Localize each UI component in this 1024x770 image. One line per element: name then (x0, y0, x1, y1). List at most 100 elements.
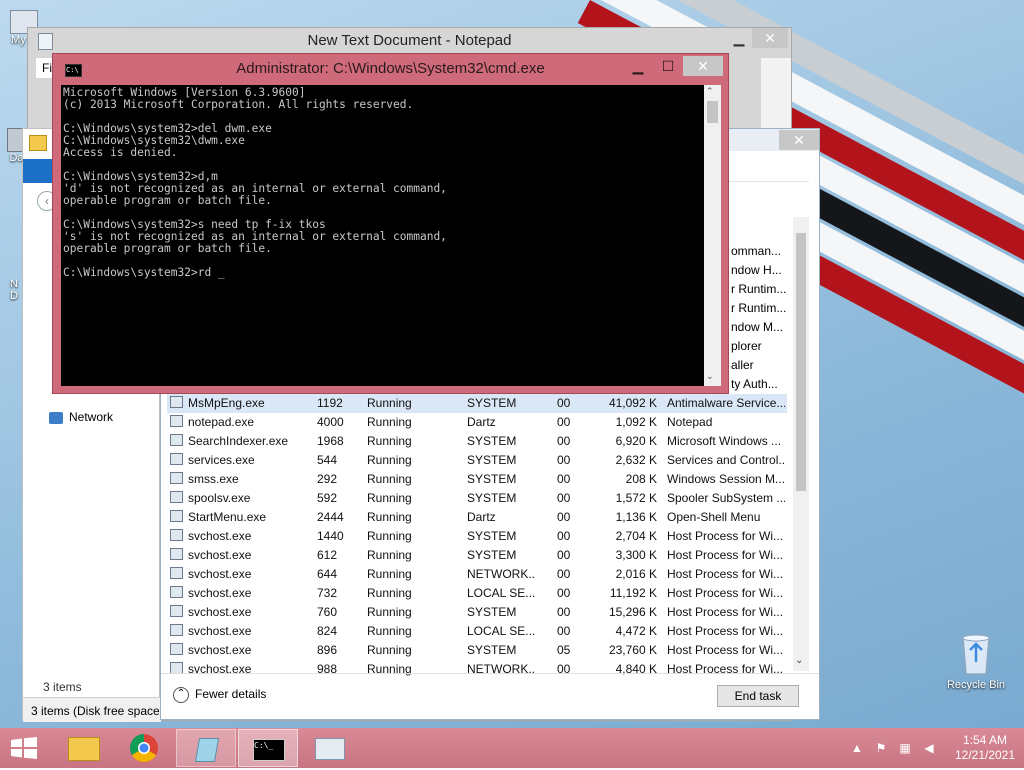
cell-status: Running (367, 472, 412, 486)
process-icon (170, 453, 183, 465)
taskbar-cmd[interactable]: C:\_ (238, 729, 298, 767)
process-icon (170, 491, 183, 503)
cell-user: SYSTEM (467, 396, 517, 410)
fewer-details-button[interactable]: ⌃ Fewer details (173, 687, 266, 703)
end-task-button[interactable]: End task (717, 685, 799, 707)
taskbar-task-manager[interactable] (300, 729, 360, 767)
taskbar-notepad[interactable] (176, 729, 236, 767)
table-row[interactable]: svchost.exe 760 Running SYSTEM 00 15,296 K Hos… (167, 603, 787, 622)
cell-desc: Spooler SubSystem ... (667, 491, 785, 505)
cell-name: svchost.exe (188, 567, 252, 581)
cell-status: Running (367, 643, 412, 657)
cell-status: Running (367, 567, 412, 581)
cell-desc: omman... (731, 244, 782, 258)
network-icon (49, 411, 63, 424)
volume-icon[interactable]: ◀ (922, 741, 936, 755)
process-icon (170, 643, 183, 655)
table-row[interactable]: spoolsv.exe 592 Running SYSTEM 00 1,572 K Spoo… (167, 489, 787, 508)
file-tab[interactable] (23, 159, 53, 183)
cmd-window[interactable]: C:\ Administrator: C:\Windows\System32\c… (52, 53, 729, 394)
desktop-icon-label: Recycle Bin (946, 679, 1006, 691)
cell-user: SYSTEM (467, 548, 517, 562)
close-button[interactable]: ✕ (779, 130, 819, 150)
cell-mem: 208 K (625, 472, 657, 486)
chevron-up-icon: ⌃ (173, 687, 189, 703)
notepad-icon (194, 738, 220, 762)
cell-cpu: 05 (557, 643, 571, 657)
console-scrollbar[interactable]: ⌃ ⌄ (704, 85, 721, 386)
clock-date: 12/21/2021 (954, 748, 1016, 762)
chevron-down-icon[interactable]: ⌄ (706, 371, 714, 382)
process-list-scrollbar[interactable]: ⌄ (793, 217, 809, 671)
minimize-button[interactable]: ▁ (623, 56, 653, 76)
taskbar-chrome[interactable] (114, 729, 174, 767)
cell-desc: Microsoft Windows ... (667, 434, 782, 448)
process-icon (170, 586, 183, 598)
table-row[interactable]: svchost.exe 1440 Running SYSTEM 00 2,704 K Hos… (167, 527, 787, 546)
maximize-button[interactable]: ☐ (653, 56, 683, 76)
scrollbar-thumb[interactable] (796, 233, 806, 491)
cell-mem: 2,632 K (615, 453, 657, 467)
table-row[interactable]: svchost.exe 732 Running LOCAL SE... 00 11,192… (167, 584, 787, 603)
console-output[interactable]: Microsoft Windows [Version 6.3.9600] (c)… (61, 85, 704, 386)
table-row[interactable]: MsMpEng.exe 1192 Running SYSTEM 00 41,092 K An… (167, 394, 787, 413)
cell-pid: 592 (317, 491, 338, 505)
minimize-button[interactable]: ▁ (724, 28, 754, 48)
cell-pid: 612 (317, 548, 338, 562)
table-row[interactable]: smss.exe 292 Running SYSTEM 00 208 K Windows S… (167, 470, 787, 489)
cell-user: LOCAL SE... (467, 624, 535, 638)
cell-status: Running (367, 510, 412, 524)
table-row[interactable]: svchost.exe 644 Running NETWORK... 00 2,016 K… (167, 565, 787, 584)
cell-mem: 2,016 K (615, 567, 657, 581)
cell-name: svchost.exe (188, 624, 252, 638)
cell-mem: 3,300 K (615, 548, 657, 562)
cell-desc: r Runtim... (731, 301, 787, 315)
table-row[interactable]: svchost.exe 988 Running NETWORK... 00 4,840 K… (167, 660, 787, 679)
cell-pid: 4000 (317, 415, 344, 429)
cell-user: SYSTEM (467, 472, 517, 486)
process-icon (170, 548, 183, 560)
table-row[interactable]: StartMenu.exe 2444 Running Dartz 00 1,136 K Op… (167, 508, 787, 527)
table-row[interactable]: notepad.exe 4000 Running Dartz 00 1,092 K Note… (167, 413, 787, 432)
cell-name: svchost.exe (188, 529, 252, 543)
cell-user: SYSTEM (467, 529, 517, 543)
process-icon (170, 434, 183, 446)
cell-cpu: 00 (557, 624, 571, 638)
cell-status: Running (367, 548, 412, 562)
table-row[interactable]: services.exe 544 Running SYSTEM 00 2,632 K Ser… (167, 451, 787, 470)
chevron-up-icon[interactable]: ⌃ (706, 86, 714, 97)
cell-desc: Host Process for Wi... (667, 548, 784, 562)
start-button[interactable] (10, 737, 38, 759)
table-row[interactable]: SearchIndexer.exe 1968 Running SYSTEM 00 6,92… (167, 432, 787, 451)
cell-cpu: 00 (557, 605, 571, 619)
cell-desc: r Runtim... (731, 282, 787, 296)
cell-desc: Notepad (667, 415, 713, 429)
process-icon (170, 529, 183, 541)
cell-name: svchost.exe (188, 548, 252, 562)
cell-cpu: 00 (557, 491, 571, 505)
cell-name: StartMenu.exe (188, 510, 267, 524)
chevron-up-icon[interactable]: ▲ (850, 741, 864, 755)
taskbar-explorer[interactable] (54, 729, 114, 767)
cell-cpu: 00 (557, 510, 571, 524)
cell-pid: 732 (317, 586, 338, 600)
cell-status: Running (367, 453, 412, 467)
cell-user: SYSTEM (467, 605, 517, 619)
cell-mem: 1,136 K (615, 510, 657, 524)
scrollbar-thumb[interactable] (707, 101, 718, 123)
table-row[interactable]: svchost.exe 896 Running SYSTEM 05 23,760 K Hos… (167, 641, 787, 660)
cell-mem: 4,472 K (615, 624, 657, 638)
nav-item-network[interactable]: Network (49, 410, 113, 424)
desktop-icon-recycle-bin[interactable]: Recycle Bin (944, 632, 1008, 691)
action-center-icon[interactable]: ⚑ (874, 741, 888, 755)
table-row[interactable]: svchost.exe 824 Running LOCAL SE... 00 4,472 … (167, 622, 787, 641)
close-button[interactable]: ✕ (752, 28, 788, 48)
cell-desc: Host Process for Wi... (667, 643, 784, 657)
close-button[interactable]: ✕ (683, 56, 723, 76)
network-icon[interactable]: ▦ (898, 741, 912, 755)
clock[interactable]: 1:54 AM 12/21/2021 (950, 733, 1020, 763)
chevron-down-icon[interactable]: ⌄ (795, 655, 803, 666)
process-icon (170, 415, 183, 427)
cell-name: services.exe (188, 453, 255, 467)
table-row[interactable]: svchost.exe 612 Running SYSTEM 00 3,300 K Host… (167, 546, 787, 565)
